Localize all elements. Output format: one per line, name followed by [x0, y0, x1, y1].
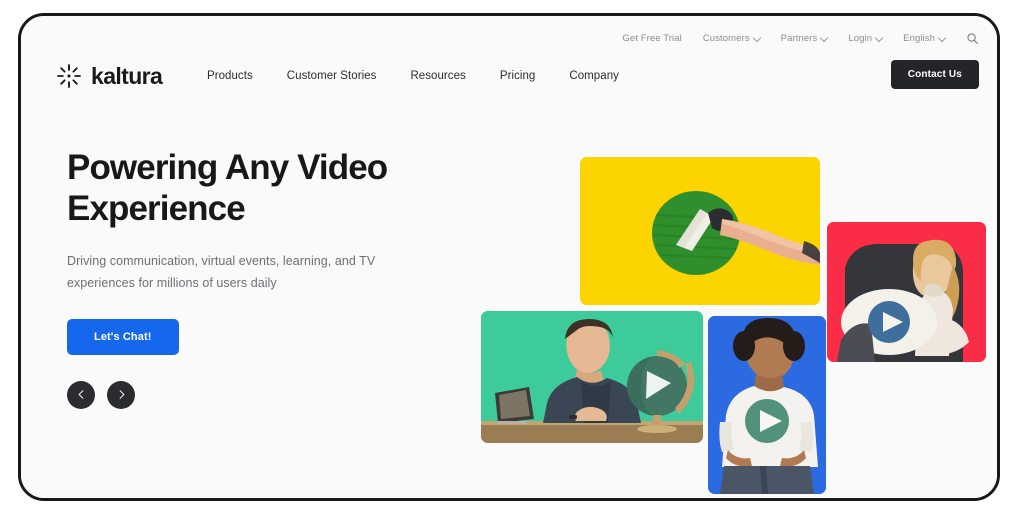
carousel-next-button[interactable] [107, 380, 135, 409]
chevron-down-icon [821, 35, 827, 41]
nav-item-products[interactable]: Products [207, 70, 253, 82]
utility-nav-label: Get Free Trial [622, 33, 682, 44]
starburst-icon [57, 64, 81, 88]
nav-item-customer-stories[interactable]: Customer Stories [287, 70, 377, 82]
carousel-prev-button[interactable] [67, 380, 95, 409]
utility-nav: Get Free Trial Customers Partners Login … [622, 32, 979, 45]
collage-tile-yellow [580, 157, 820, 305]
main-header: kaltura Products Customer Stories Resour… [21, 54, 997, 98]
chevron-right-icon [119, 390, 124, 400]
nav-item-pricing[interactable]: Pricing [500, 70, 536, 82]
collage-tile-red [827, 222, 986, 362]
contact-us-button[interactable]: Contact Us [890, 60, 979, 89]
search-icon [967, 33, 978, 44]
utility-nav-label: Partners [780, 33, 818, 44]
hero-subtitle: Driving communication, virtual events, l… [67, 254, 376, 291]
paint-scraper-illustration [580, 157, 820, 305]
presenter-with-globe-photo [481, 311, 703, 443]
utility-nav-item-customers[interactable]: Customers [703, 33, 760, 44]
chevron-down-icon [754, 35, 760, 41]
woman-with-pillow-photo [827, 222, 986, 362]
chevron-down-icon [939, 35, 945, 41]
browser-frame: Get Free Trial Customers Partners Login … [18, 13, 1000, 501]
chevron-down-icon [876, 35, 882, 41]
lets-chat-button[interactable]: Let's Chat! [67, 318, 179, 355]
nav-item-resources[interactable]: Resources [410, 70, 465, 82]
kaltura-homepage: Get Free Trial Customers Partners Login … [21, 16, 997, 498]
collage-tile-green [481, 311, 703, 443]
utility-nav-item-login[interactable]: Login [848, 33, 882, 44]
utility-nav-label: English [903, 33, 935, 44]
person-play-tshirt-photo [708, 316, 826, 494]
utility-nav-label: Customers [702, 33, 750, 44]
nav-item-company[interactable]: Company [569, 70, 619, 82]
utility-nav-item-free-trial[interactable]: Get Free Trial [622, 33, 681, 44]
collage-tile-blue [708, 316, 826, 494]
utility-nav-label: Login [848, 33, 873, 44]
search-button[interactable] [966, 32, 979, 45]
logo-text: kaltura [91, 62, 163, 89]
carousel-controls [67, 380, 447, 409]
logo[interactable]: kaltura [56, 62, 163, 90]
chevron-left-icon [78, 390, 83, 400]
utility-nav-item-language[interactable]: English [903, 33, 945, 44]
utility-nav-item-partners[interactable]: Partners [781, 33, 828, 44]
page-title: Powering Any Video Experience [67, 148, 388, 228]
hero-section: Powering Any Video Experience Driving co… [67, 148, 447, 409]
primary-nav: Products Customer Stories Resources Pric… [207, 70, 619, 82]
